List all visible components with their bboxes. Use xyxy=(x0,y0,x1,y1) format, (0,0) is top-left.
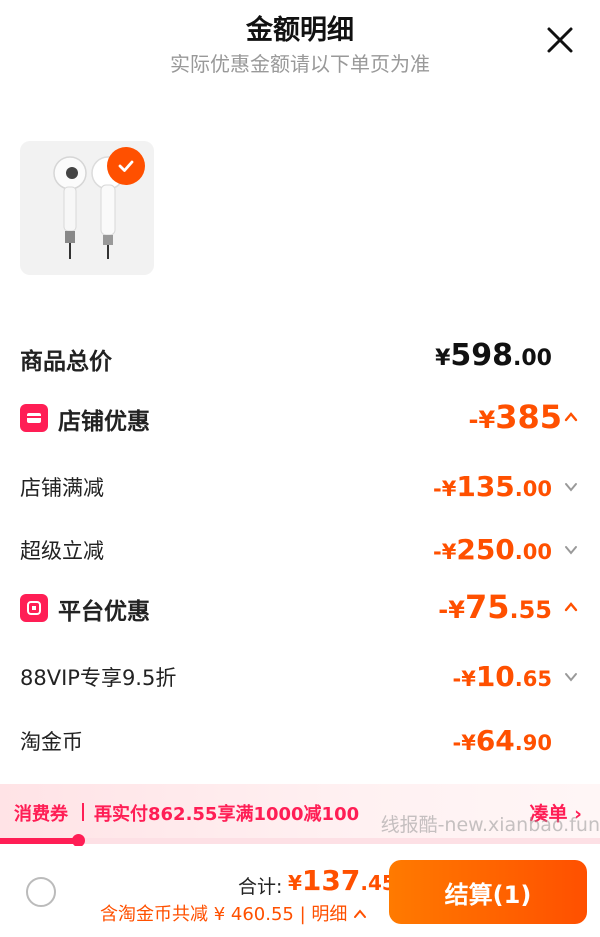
coupon-tag: 消费券 xyxy=(14,804,68,825)
platform-discount-row[interactable]: 平台优惠 -¥75.55 xyxy=(0,588,600,636)
header: 金额明细 实际优惠金额请以下单页为准 xyxy=(0,0,600,90)
sum-label: 合计: xyxy=(238,876,283,898)
total-price-row: 商品总价 ¥598.00 xyxy=(0,338,600,386)
chevron-down-icon[interactable] xyxy=(564,480,578,494)
shop-icon xyxy=(20,404,48,432)
coupon-progress-bar xyxy=(0,834,600,847)
sum-value: ¥137.45 xyxy=(288,864,396,897)
shop-discount-item[interactable]: 超级立减 -¥250.00 xyxy=(0,525,600,573)
platform-icon xyxy=(20,594,48,622)
shop-discount-item-amount: -¥135.00 xyxy=(433,470,552,503)
page-title: 金额明细 xyxy=(246,15,354,46)
platform-discount-item[interactable]: 88VIP专享9.5折 -¥10.65 xyxy=(0,652,600,700)
select-all-radio[interactable] xyxy=(26,877,56,907)
checkout-button[interactable]: 结算(1) xyxy=(389,860,587,924)
chevron-down-icon[interactable] xyxy=(564,670,578,684)
coupon-divider xyxy=(82,803,84,821)
shop-discount-row[interactable]: 店铺优惠 -¥385 xyxy=(0,398,600,446)
shop-discount-item-label: 店铺满减 xyxy=(20,476,104,500)
platform-discount-item-amount: -¥10.65 xyxy=(452,660,553,693)
saving-detail-link[interactable]: 含淘金币共减 ¥ 460.55 | 明细 xyxy=(100,900,367,926)
shop-discount-item-label: 超级立减 xyxy=(20,539,104,563)
page-subtitle: 实际优惠金额请以下单页为准 xyxy=(170,52,430,76)
checkout-footer: 合计: ¥137.45 含淘金币共减 ¥ 460.55 | 明细 结算(1) xyxy=(0,846,600,937)
shop-discount-item[interactable]: 店铺满减 -¥135.00 xyxy=(0,462,600,510)
coupon-progress-fill xyxy=(0,838,78,844)
total-price-value: ¥598.00 xyxy=(435,338,552,373)
platform-discount-item-amount: -¥64.90 xyxy=(452,724,553,757)
total-price-label: 商品总价 xyxy=(20,349,112,375)
platform-discount-label: 平台优惠 xyxy=(58,599,150,625)
coupon-text: 再实付862.55享满1000减100 xyxy=(94,804,360,825)
chevron-up-icon[interactable] xyxy=(564,600,578,614)
shop-discount-label: 店铺优惠 xyxy=(58,409,150,435)
platform-discount-item: 淘金币 -¥64.90 xyxy=(0,716,600,764)
close-icon[interactable] xyxy=(542,22,578,58)
shop-discount-amount: -¥385 xyxy=(468,398,562,436)
chevron-up-icon[interactable] xyxy=(564,410,578,424)
chevron-down-icon[interactable] xyxy=(564,543,578,557)
platform-discount-amount: -¥75.55 xyxy=(438,588,552,626)
watermark: 线报酷-new.xianbao.fun xyxy=(380,814,600,836)
chevron-up-icon xyxy=(354,909,367,918)
product-selected-check-icon[interactable] xyxy=(107,147,145,185)
shop-discount-item-amount: -¥250.00 xyxy=(433,533,552,566)
platform-discount-item-label: 淘金币 xyxy=(20,730,83,754)
platform-discount-item-label: 88VIP专享9.5折 xyxy=(20,666,177,690)
